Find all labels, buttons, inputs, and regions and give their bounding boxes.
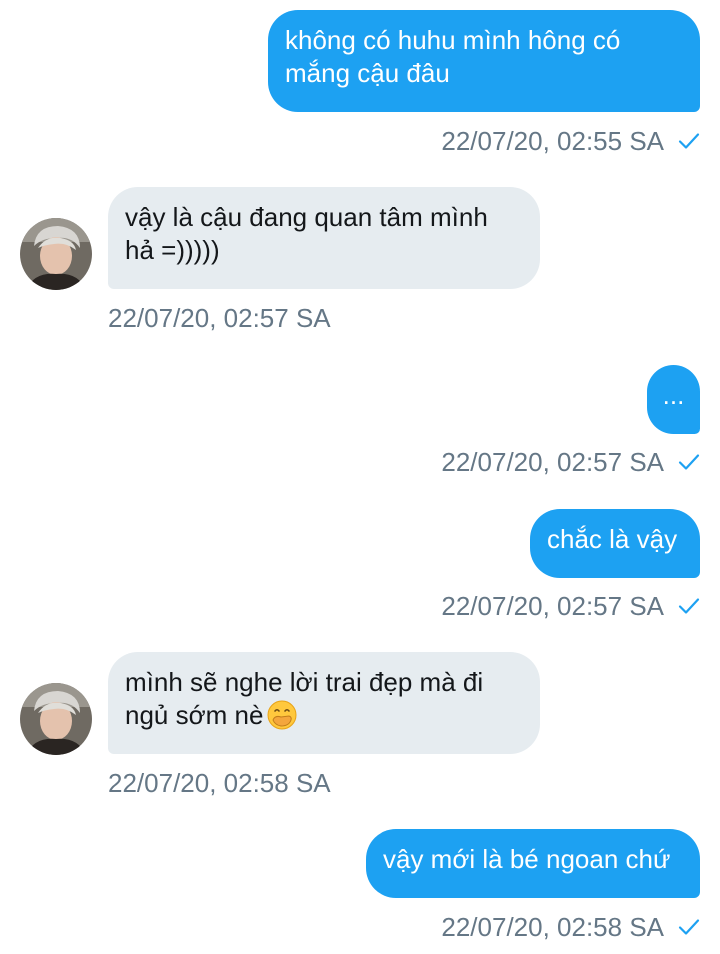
message-text: không có huhu mình hông có mắng cậu đâu	[285, 25, 621, 88]
message-meta: 22/07/20, 02:57 SA	[441, 590, 700, 622]
message-bubble-incoming[interactable]: mình sẽ nghe lời trai đẹp mà đi ngủ sớm …	[108, 652, 540, 754]
avatar[interactable]	[20, 683, 92, 755]
message-timestamp: 22/07/20, 02:57 SA	[441, 447, 664, 477]
message-bubble-incoming[interactable]: vậy là cậu đang quan tâm mình hả =)))))	[108, 187, 540, 289]
checkmark-icon	[678, 133, 700, 149]
message-timestamp: 22/07/20, 02:57 SA	[441, 591, 664, 621]
checkmark-icon	[678, 598, 700, 614]
message-text: vậy mới là bé ngoan chứ	[383, 844, 671, 874]
message-text: ...	[662, 380, 685, 410]
message-bubble-outgoing[interactable]: không có huhu mình hông có mắng cậu đâu	[268, 10, 700, 112]
message-bubble-outgoing[interactable]: ...	[647, 365, 700, 434]
message-text: mình sẽ nghe lời trai đẹp mà đi ngủ sớm …	[125, 667, 484, 730]
checkmark-icon	[678, 919, 700, 935]
message-timestamp: 22/07/20, 02:58 SA	[441, 912, 664, 942]
message-meta: 22/07/20, 02:55 SA	[441, 125, 700, 157]
message-bubble-outgoing[interactable]: chắc là vậy	[530, 509, 700, 578]
message-timestamp: 22/07/20, 02:57 SA	[108, 303, 331, 333]
message-timestamp: 22/07/20, 02:58 SA	[108, 768, 331, 798]
message-meta: 22/07/20, 02:57 SA	[441, 446, 700, 478]
message-meta: 22/07/20, 02:58 SA	[441, 911, 700, 943]
message-bubble-outgoing[interactable]: vậy mới là bé ngoan chứ	[366, 829, 700, 898]
message-text: vậy là cậu đang quan tâm mình hả =)))))	[125, 202, 488, 265]
checkmark-icon	[678, 454, 700, 470]
face-with-hand-over-mouth-icon	[267, 700, 297, 730]
message-text: chắc là vậy	[547, 524, 678, 554]
avatar[interactable]	[20, 218, 92, 290]
message-timestamp: 22/07/20, 02:55 SA	[441, 126, 664, 156]
